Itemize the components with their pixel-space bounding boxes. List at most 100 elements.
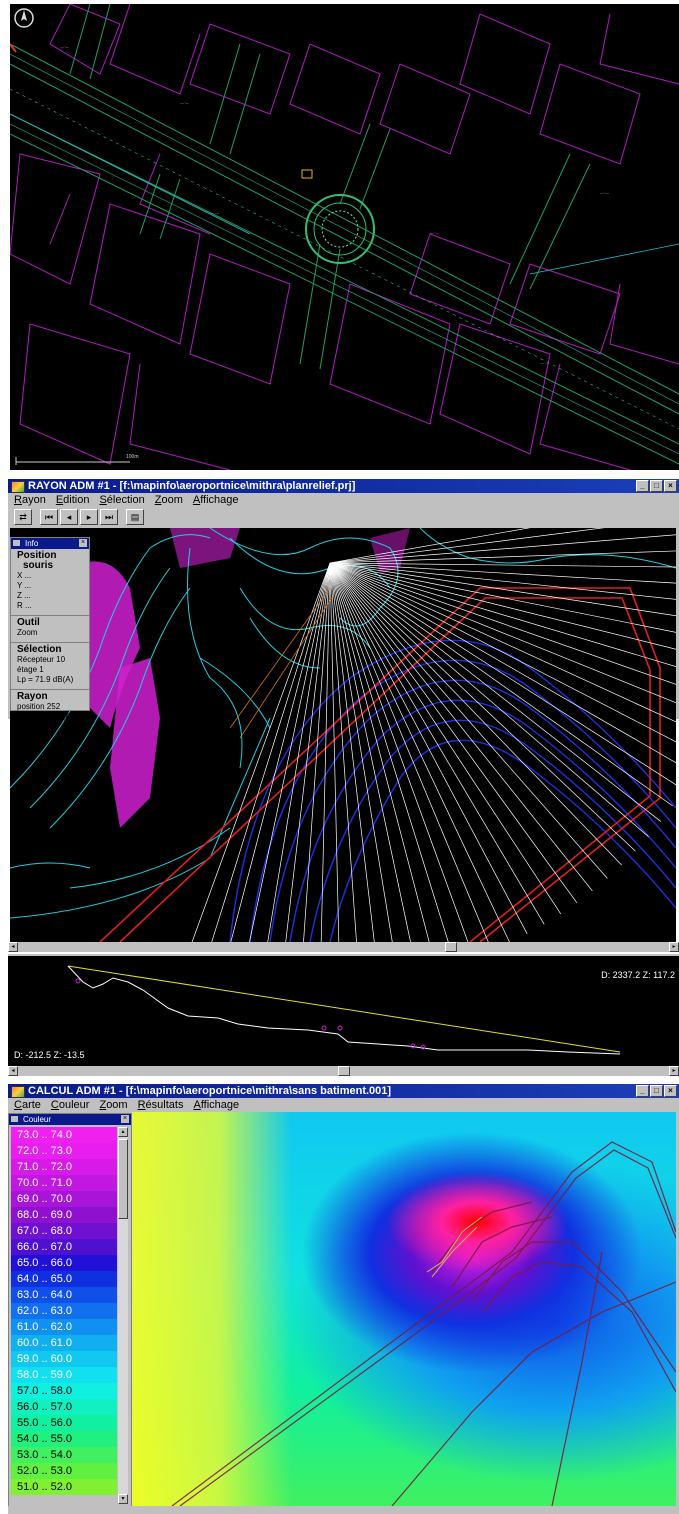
menu-rayon[interactable]: Rayon xyxy=(14,493,46,507)
legend-item[interactable]: 62.0 .. 63.0 xyxy=(11,1303,117,1319)
calcul-horizontal-scrollbar[interactable] xyxy=(8,1506,679,1514)
legend-item[interactable]: 66.0 .. 67.0 xyxy=(11,1239,117,1255)
street-map-canvas[interactable]: —ᐧ— —ᐧ— —ᐧ— —ᐧ— —ᐧ— —ᐧ— 100m xyxy=(9,3,679,471)
menu-affichage[interactable]: Affichage xyxy=(193,1098,239,1112)
legend-list: 73.0 .. 74.0 72.0 .. 73.0 71.0 .. 72.0 70.0… xyxy=(11,1127,117,1495)
last-icon[interactable]: ⏭ xyxy=(100,509,118,525)
legend-item[interactable]: 53.0 .. 54.0 xyxy=(11,1447,117,1463)
palette-close-icon[interactable]: × xyxy=(79,539,87,547)
palette-menu-icon[interactable] xyxy=(13,540,20,546)
legend-item[interactable]: 55.0 .. 56.0 xyxy=(11,1415,117,1431)
poi-marker-icon[interactable] xyxy=(301,169,313,179)
info-rayon-heading: Rayon xyxy=(17,691,48,702)
info-selection-line: Lp = 71.9 dB(A) xyxy=(17,675,74,684)
minimize-button[interactable]: _ xyxy=(636,480,649,492)
legend-palette-title-bar[interactable]: Couleur × xyxy=(9,1114,131,1125)
calcul-title-bar[interactable]: CALCUL ADM #1 - [f:\mapinfo\aeroportnice… xyxy=(8,1084,679,1098)
scroll-right-icon[interactable]: ▸ xyxy=(669,942,679,952)
menu-affichage[interactable]: Affichage xyxy=(193,493,239,507)
legend-item[interactable]: 56.0 .. 57.0 xyxy=(11,1399,117,1415)
calcul-menu-bar: Carte Couleur Zoom Résultats Affichage xyxy=(8,1098,679,1112)
legend-item[interactable]: 54.0 .. 55.0 xyxy=(11,1431,117,1447)
legend-item[interactable]: 60.0 .. 61.0 xyxy=(11,1335,117,1351)
scroll-right-icon[interactable]: ▸ xyxy=(669,1066,679,1076)
menu-carte[interactable]: Carte xyxy=(14,1098,41,1112)
profile-horizontal-scrollbar[interactable]: ◂ ▸ xyxy=(8,1066,679,1076)
print-icon[interactable]: ▤ xyxy=(126,509,144,525)
info-palette[interactable]: Info × Position souris X ... Y ... Z ...… xyxy=(10,537,90,721)
info-z: Z ... xyxy=(17,591,31,600)
info-outil-heading: Outil xyxy=(17,617,40,628)
scroll-left-icon[interactable]: ◂ xyxy=(8,942,18,952)
menu-zoom[interactable]: Zoom xyxy=(99,1098,127,1112)
menu-zoom[interactable]: Zoom xyxy=(155,493,183,507)
legend-item[interactable]: 67.0 .. 68.0 xyxy=(11,1223,117,1239)
menu-edition[interactable]: Edition xyxy=(56,493,90,507)
info-palette-title-bar[interactable]: Info × xyxy=(11,538,89,549)
info-position-section: Position souris X ... Y ... Z ... R ... xyxy=(11,549,89,616)
scale-bar-label: 100m xyxy=(126,454,139,460)
legend-item[interactable]: 61.0 .. 62.0 xyxy=(11,1319,117,1335)
scroll-down-icon[interactable]: ▾ xyxy=(118,1494,128,1504)
scroll-thumb[interactable] xyxy=(118,1139,128,1219)
info-outil-section: Outil Zoom xyxy=(11,616,89,643)
scroll-left-icon[interactable]: ◂ xyxy=(8,1066,18,1076)
legend-scrollbar[interactable]: ▴ ▾ xyxy=(118,1127,128,1504)
legend-item[interactable]: 63.0 .. 64.0 xyxy=(11,1287,117,1303)
svg-text:—ᐧ—: —ᐧ— xyxy=(540,360,549,365)
legend-item[interactable]: 73.0 .. 74.0 xyxy=(11,1127,117,1143)
rayon-title-bar[interactable]: RAYON ADM #1 - [f:\mapinfo\aeroportnice\… xyxy=(8,479,679,493)
legend-item[interactable]: 64.0 .. 65.0 xyxy=(11,1271,117,1287)
legend-item[interactable]: 72.0 .. 73.0 xyxy=(11,1143,117,1159)
scroll-thumb[interactable] xyxy=(338,1066,350,1076)
info-x: X ... xyxy=(17,571,32,580)
info-palette-title: Info xyxy=(25,539,39,548)
legend-item[interactable]: 69.0 .. 70.0 xyxy=(11,1191,117,1207)
info-selection-line: Récepteur 10 xyxy=(17,655,66,664)
rayon-horizontal-scrollbar[interactable]: ◂ ▸ xyxy=(8,942,679,952)
svg-text:—ᐧ—: —ᐧ— xyxy=(210,210,219,215)
legend-item[interactable]: 59.0 .. 60.0 xyxy=(11,1351,117,1367)
legend-item[interactable]: 52.0 .. 53.0 xyxy=(11,1463,117,1479)
noise-map[interactable] xyxy=(132,1112,676,1506)
info-rayon-section: Rayon position 252 Lp = 65.5 dB(A) xyxy=(11,690,89,726)
legend-item[interactable]: 58.0 .. 59.0 xyxy=(11,1367,117,1383)
menu-selection[interactable]: Sélection xyxy=(99,493,144,507)
calcul-window-title: CALCUL ADM #1 - [f:\mapinfo\aeroportnice… xyxy=(28,1085,392,1097)
profile-view[interactable]: D: 2337.2 Z: 117.2 D: -212.5 Z: -13.5 xyxy=(8,954,679,1066)
previous-icon[interactable]: ◂ xyxy=(60,509,78,525)
scroll-thumb[interactable] xyxy=(445,942,457,952)
legend-item[interactable]: 71.0 .. 72.0 xyxy=(11,1159,117,1175)
profile-label-max: D: 2337.2 Z: 117.2 xyxy=(601,970,675,980)
palette-close-icon[interactable]: × xyxy=(121,1115,129,1123)
maximize-button[interactable]: □ xyxy=(650,480,663,492)
info-rayon-line: position 252 xyxy=(17,702,61,711)
palette-menu-icon[interactable] xyxy=(11,1116,18,1122)
sound-ray xyxy=(329,562,340,942)
legend-item[interactable]: 57.0 .. 58.0 xyxy=(11,1383,117,1399)
info-r: R ... xyxy=(17,601,32,610)
rayon-window-title: RAYON ADM #1 - [f:\mapinfo\aeroportnice\… xyxy=(28,480,356,492)
legend-item[interactable]: 70.0 .. 71.0 xyxy=(11,1175,117,1191)
info-y: Y ... xyxy=(17,581,32,590)
next-icon[interactable]: ▸ xyxy=(80,509,98,525)
rayon-map-area[interactable] xyxy=(10,528,676,942)
legend-item[interactable]: 51.0 .. 52.0 xyxy=(11,1479,117,1495)
info-selection-heading: Sélection xyxy=(17,644,62,655)
menu-resultats[interactable]: Résultats xyxy=(138,1098,184,1112)
legend-item[interactable]: 65.0 .. 66.0 xyxy=(11,1255,117,1271)
maximize-button[interactable]: □ xyxy=(650,1085,663,1097)
close-button[interactable]: × xyxy=(664,1085,677,1097)
app-icon xyxy=(11,1086,25,1098)
swap-icon[interactable]: ⇄ xyxy=(14,509,32,525)
close-button[interactable]: × xyxy=(664,480,677,492)
first-icon[interactable]: ⏮ xyxy=(40,509,58,525)
info-outil-value: Zoom xyxy=(17,628,38,637)
minimize-button[interactable]: _ xyxy=(636,1085,649,1097)
sound-ray xyxy=(329,562,469,942)
scroll-up-icon[interactable]: ▴ xyxy=(118,1127,128,1137)
legend-palette-title: Couleur xyxy=(23,1115,52,1124)
color-legend-palette[interactable]: Couleur × 73.0 .. 74.0 72.0 .. 73.0 71.0 .… xyxy=(8,1113,132,1507)
legend-item[interactable]: 68.0 .. 69.0 xyxy=(11,1207,117,1223)
menu-couleur[interactable]: Couleur xyxy=(51,1098,90,1112)
